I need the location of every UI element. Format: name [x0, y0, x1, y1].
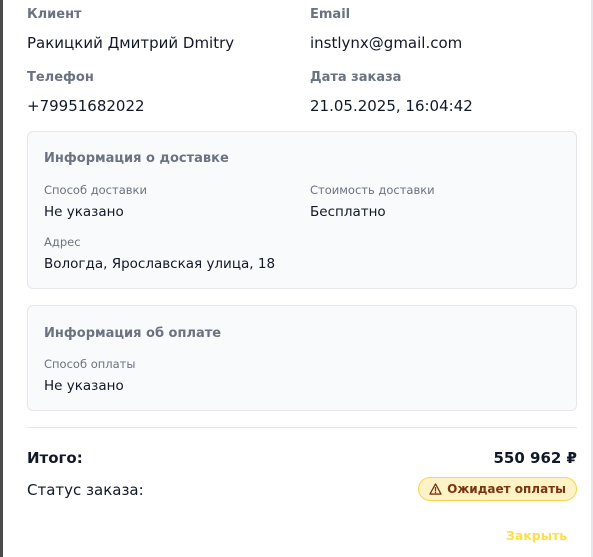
warning-triangle-icon: [429, 483, 442, 495]
delivery-info-card: Информация о доставке Способ доставки Не…: [27, 131, 577, 289]
client-value: Ракицкий Дмитрий Dmitry: [27, 34, 235, 52]
summary-divider: [27, 427, 577, 428]
delivery-info-title: Информация о доставке: [44, 151, 229, 166]
order-date-field: Дата заказа 21.05.2025, 16:04:42: [310, 70, 473, 116]
client-label: Клиент: [27, 7, 82, 22]
phone-field: Телефон +79951682022: [27, 70, 145, 116]
payment-method-value: Не указано: [44, 378, 124, 394]
close-button[interactable]: Закрыть: [506, 528, 567, 543]
delivery-cost-label: Стоимость доставки: [310, 183, 435, 197]
order-date-label: Дата заказа: [310, 70, 402, 85]
order-status-text: Ожидает оплаты: [447, 482, 566, 496]
email-value: instlynx@gmail.com: [310, 34, 463, 52]
delivery-method-label: Способ доставки: [44, 183, 147, 197]
email-label: Email: [310, 7, 351, 22]
total-label: Итого:: [27, 449, 83, 467]
phone-label: Телефон: [27, 70, 94, 85]
order-date-value: 21.05.2025, 16:04:42: [310, 97, 473, 115]
client-field: Клиент Ракицкий Дмитрий Dmitry: [27, 7, 234, 53]
payment-method-label: Способ оплаты: [44, 357, 136, 371]
order-status-label: Статус заказа:: [27, 481, 144, 499]
order-status-badge: Ожидает оплаты: [418, 477, 577, 501]
payment-info-card: Информация об оплате Способ оплаты Не ук…: [27, 305, 577, 411]
delivery-address-value: Вологда, Ярославская улица, 18: [44, 256, 276, 272]
total-value: 550 962 ₽: [493, 449, 577, 467]
modal-left-border: [0, 0, 3, 557]
delivery-cost-value: Бесплатно: [310, 204, 386, 220]
phone-value: +79951682022: [27, 97, 145, 115]
payment-info-title: Информация об оплате: [44, 326, 222, 341]
delivery-method-value: Не указано: [44, 204, 124, 220]
delivery-address-label: Адрес: [44, 235, 81, 249]
order-details-modal: Клиент Ракицкий Дмитрий Dmitry Email ins…: [0, 0, 593, 557]
email-field: Email instlynx@gmail.com: [310, 7, 462, 53]
